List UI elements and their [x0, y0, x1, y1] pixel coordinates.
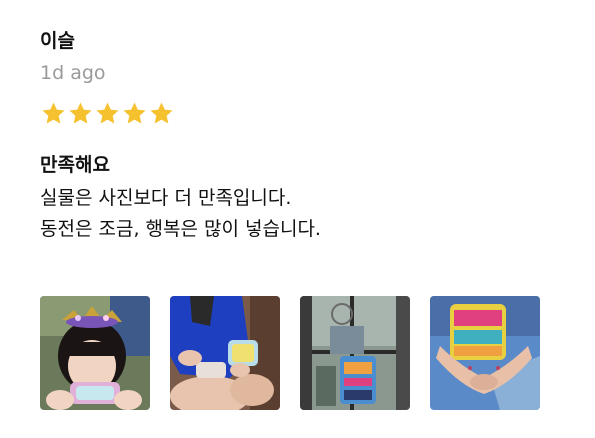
review-date: 1d ago: [40, 62, 106, 84]
photo-1-image: [40, 296, 150, 410]
photo-4-image: [430, 296, 540, 410]
photo-2-image: [170, 296, 280, 410]
review-photo-3[interactable]: [300, 296, 410, 410]
review-photos: [40, 296, 540, 410]
star-icon: [67, 100, 94, 127]
review-body-line-1: 실물은 사진보다 더 만족입니다.: [40, 187, 292, 209]
star-icon: [40, 100, 67, 127]
photo-3-image: [300, 296, 410, 410]
review-photo-4[interactable]: [430, 296, 540, 410]
review-photo-1[interactable]: [40, 296, 150, 410]
star-icon: [148, 100, 175, 127]
review-title: 만족해요: [40, 154, 110, 176]
review-body-line-2: 동전은 조금, 행복은 많이 넣습니다.: [40, 218, 321, 240]
star-icon: [121, 100, 148, 127]
reviewer-name: 이슬: [40, 30, 75, 52]
star-icon: [94, 100, 121, 127]
review-photo-2[interactable]: [170, 296, 280, 410]
review-card: 이슬 1d ago 만족해요 실물은 사진보다 더 만족입니다. 동전은 조금,…: [40, 28, 560, 245]
star-rating: [40, 98, 560, 128]
